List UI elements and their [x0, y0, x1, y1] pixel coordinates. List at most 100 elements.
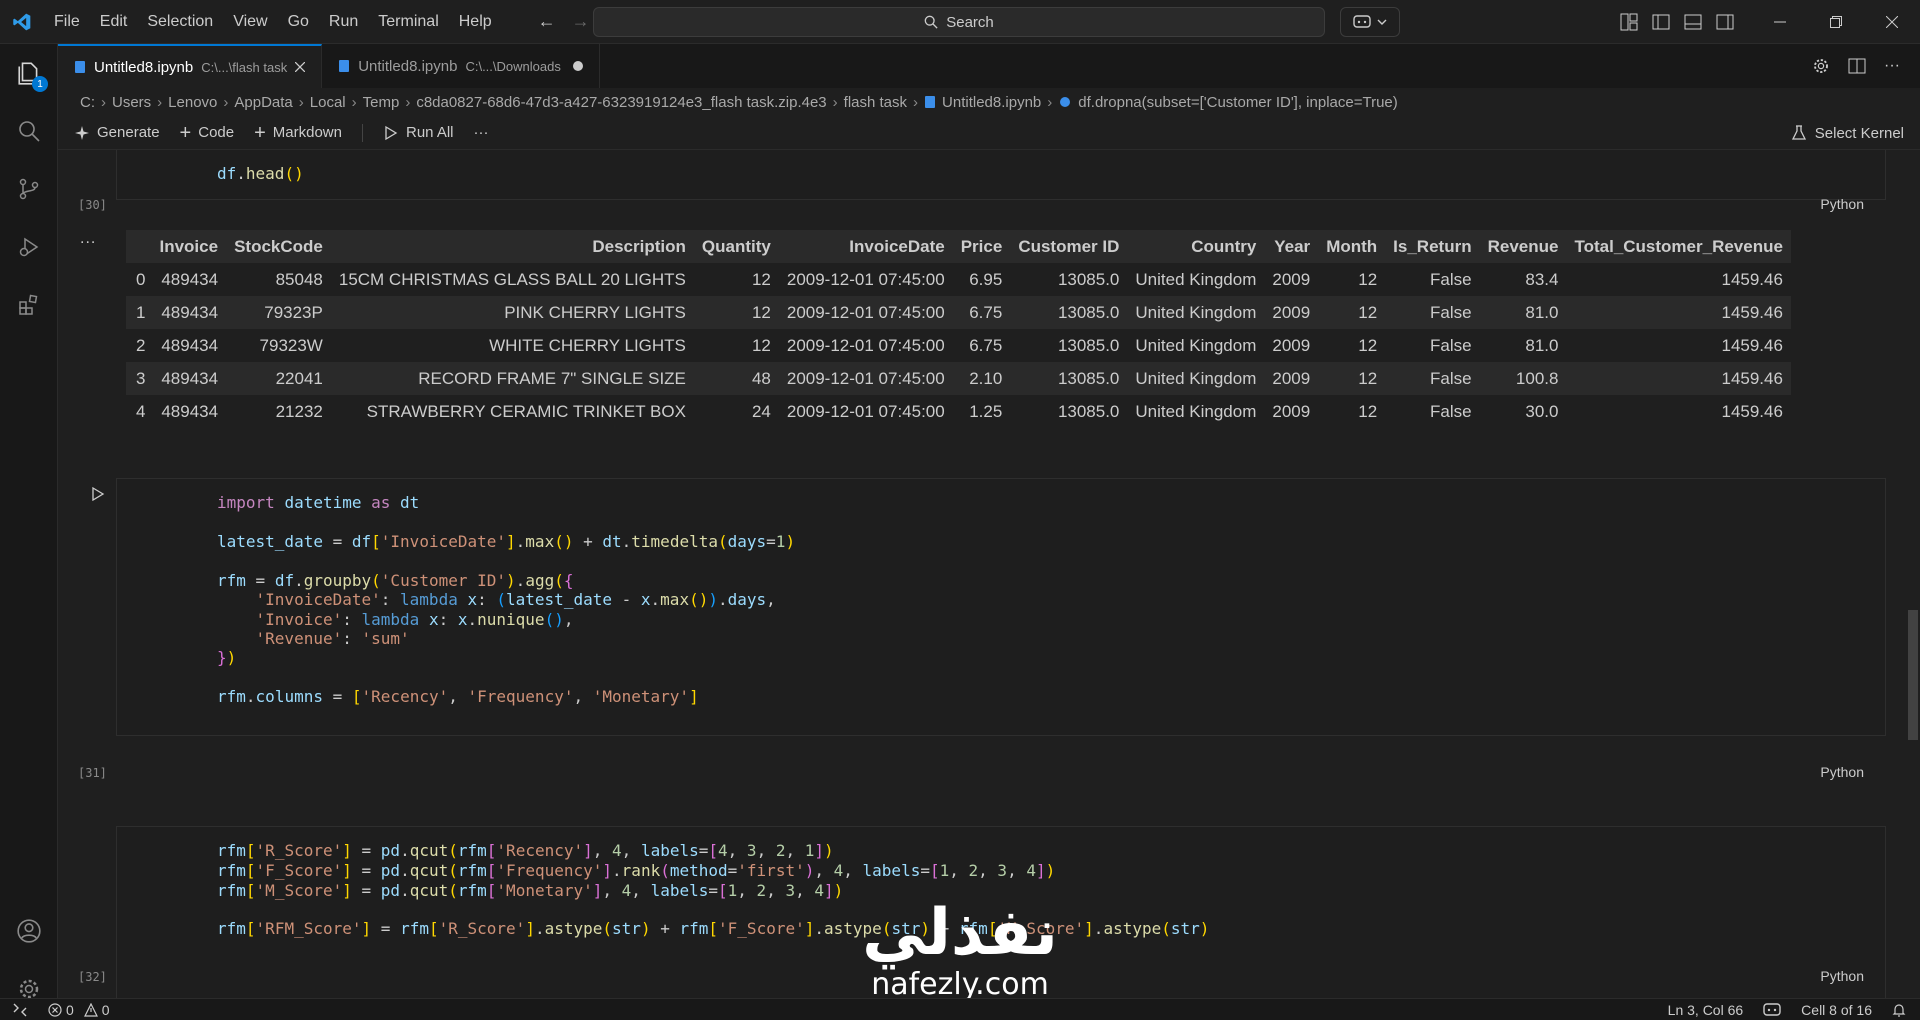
code-line[interactable]: df.head() [217, 164, 304, 183]
menu-terminal[interactable]: Terminal [368, 0, 448, 44]
scrollbar-thumb[interactable] [1908, 610, 1918, 740]
search-view-button[interactable] [0, 102, 58, 160]
remote-indicator[interactable] [0, 999, 40, 1020]
status-bar: 0 0 Ln 3, Col 66 Cell 8 of 16 [0, 998, 1920, 1020]
code-line[interactable]: 'InvoiceDate': lambda x: (latest_date - … [217, 590, 776, 609]
tab-untitled8-downloads[interactable]: Untitled8.ipynb C:\...\Downloads [322, 44, 600, 88]
cursor-position[interactable]: Ln 3, Col 66 [1668, 1002, 1744, 1018]
run-debug-button[interactable] [0, 218, 58, 276]
table-row: 3 489434 22041 RECORD FRAME 7" SINGLE SI… [126, 362, 1791, 395]
table-cell: 6.75 [952, 296, 1011, 329]
tab-label: Untitled8.ipynb [94, 58, 194, 76]
toggle-secondary-sidebar-icon[interactable] [1716, 13, 1734, 31]
table-cell: 85048 [275, 269, 323, 289]
table-cell: 12 [751, 335, 771, 355]
generate-button[interactable]: Generate [74, 124, 160, 141]
breadcrumb-item[interactable]: Temp [363, 94, 400, 111]
breadcrumb-item[interactable]: Local [310, 94, 346, 111]
generate-label: Generate [97, 124, 160, 141]
menu-go[interactable]: Go [278, 0, 319, 44]
table-cell: 1459.46 [1566, 362, 1791, 395]
table-cell: 12 [693, 296, 779, 329]
code-line[interactable]: 'Revenue': 'sum' [217, 629, 410, 648]
code-line[interactable]: latest_date = df['InvoiceDate'].max() + … [217, 532, 795, 551]
select-kernel-button[interactable]: Select Kernel [1791, 116, 1904, 150]
cell-language-label[interactable]: Python [1820, 764, 1864, 780]
table-cell: 1 [126, 296, 152, 329]
chevron-right-icon: › [832, 93, 838, 111]
tab-untitled8-flash-task[interactable]: Untitled8.ipynb C:\...\flash task [58, 44, 323, 88]
code-cell-30[interactable]: df.head() [116, 150, 1886, 200]
code-line[interactable]: 'Invoice': lambda x: x.nunique(), [217, 610, 574, 629]
breadcrumb-item[interactable]: c8da0827-68d6-47d3-a427-6323919124e3_fla… [416, 94, 826, 111]
code-line[interactable]: rfm['RFM_Score'] = rfm['R_Score'].astype… [217, 919, 1209, 938]
restore-button[interactable] [1808, 0, 1864, 44]
problems-indicator[interactable]: 0 0 [48, 1002, 110, 1018]
table-cell: False [1385, 296, 1480, 329]
tab-label: Untitled8.ipynb [358, 57, 458, 75]
more-actions-icon[interactable]: ··· [1884, 57, 1900, 75]
close-window-button[interactable] [1864, 0, 1920, 44]
close-icon[interactable] [295, 62, 306, 72]
breadcrumb-item[interactable]: flash task [844, 94, 907, 111]
minimize-button[interactable] [1752, 0, 1808, 44]
source-control-button[interactable] [0, 160, 58, 218]
command-center-search[interactable]: Search [593, 7, 1325, 37]
notebook-scrollbar[interactable] [1906, 150, 1920, 998]
select-kernel-label: Select Kernel [1814, 124, 1904, 142]
breadcrumb-item[interactable]: AppData [234, 94, 292, 111]
code-line[interactable]: rfm = df.groupby('Customer ID').agg({ [217, 571, 574, 590]
cell-language-label[interactable]: Python [1820, 968, 1864, 984]
bell-icon[interactable] [1892, 1003, 1906, 1017]
table-cell: 489434 [161, 401, 219, 421]
breadcrumb-item[interactable]: C: [80, 94, 95, 111]
table-cell: 12 [1358, 335, 1378, 355]
menu-view[interactable]: View [223, 0, 277, 44]
breadcrumb-item[interactable]: Untitled8.ipynb [942, 94, 1041, 111]
cell-language-label[interactable]: Python [1820, 196, 1864, 212]
breadcrumb-item[interactable]: Users [112, 94, 151, 111]
table-cell: 24 [751, 401, 771, 421]
more-toolbar-actions[interactable]: ··· [474, 124, 489, 141]
run-cell-button[interactable] [86, 482, 110, 506]
code-line[interactable]: }) [217, 648, 236, 667]
copilot-status-icon[interactable] [1763, 1002, 1781, 1018]
cell-indicator[interactable]: Cell 8 of 16 [1801, 1002, 1872, 1018]
add-code-cell-button[interactable]: + Code [180, 123, 235, 143]
table-cell: 83.4 [1525, 269, 1559, 289]
split-editor-icon[interactable] [1848, 57, 1866, 75]
output-menu-icon[interactable]: ... [80, 230, 96, 248]
table-cell: 1.25 [969, 401, 1003, 421]
forward-arrow-icon[interactable]: → [572, 11, 590, 32]
toggle-primary-sidebar-icon[interactable] [1652, 13, 1670, 31]
code-cell-31[interactable]: import datetime as dt latest_date = df['… [116, 478, 1886, 736]
code-line[interactable]: rfm['R_Score'] = pd.qcut(rfm['Recency'],… [217, 841, 834, 860]
menu-run[interactable]: Run [319, 0, 368, 44]
unsaved-dot-icon[interactable] [572, 61, 583, 71]
code-line[interactable]: rfm.columns = ['Recency', 'Frequency', '… [217, 687, 699, 706]
menu-selection[interactable]: Selection [137, 0, 223, 44]
breadcrumb-item[interactable]: df.dropna(subset=['Customer ID'], inplac… [1078, 94, 1398, 111]
copilot-button[interactable] [1340, 7, 1400, 37]
code-line[interactable]: rfm['M_Score'] = pd.qcut(rfm['Monetary']… [217, 881, 843, 900]
code-cell-32[interactable]: rfm['R_Score'] = pd.qcut(rfm['Recency'],… [116, 826, 1886, 998]
accounts-button[interactable] [0, 902, 58, 960]
table-cell: 1459.46 [1566, 296, 1791, 329]
table-cell: 13085.0 [1057, 335, 1120, 355]
run-all-button[interactable]: Run All [383, 124, 454, 141]
code-line[interactable]: import datetime as dt [217, 493, 419, 512]
add-markdown-cell-button[interactable]: + Markdown [254, 123, 342, 143]
extensions-button[interactable] [0, 276, 58, 334]
toggle-panel-icon[interactable] [1684, 13, 1702, 31]
breadcrumb-item[interactable]: Lenovo [168, 94, 217, 111]
menu-help[interactable]: Help [449, 0, 502, 44]
gear-icon[interactable] [1812, 57, 1830, 75]
menu-file[interactable]: File [44, 0, 90, 44]
menu-edit[interactable]: Edit [90, 0, 138, 44]
layout-customize-icon[interactable] [1620, 13, 1638, 31]
code-line[interactable]: rfm['F_Score'] = pd.qcut(rfm['Frequency'… [217, 861, 1055, 880]
column-header [126, 230, 151, 263]
column-header: StockCode [234, 236, 323, 256]
explorer-button[interactable]: 1 [0, 44, 58, 102]
back-arrow-icon[interactable]: ← [538, 11, 556, 32]
